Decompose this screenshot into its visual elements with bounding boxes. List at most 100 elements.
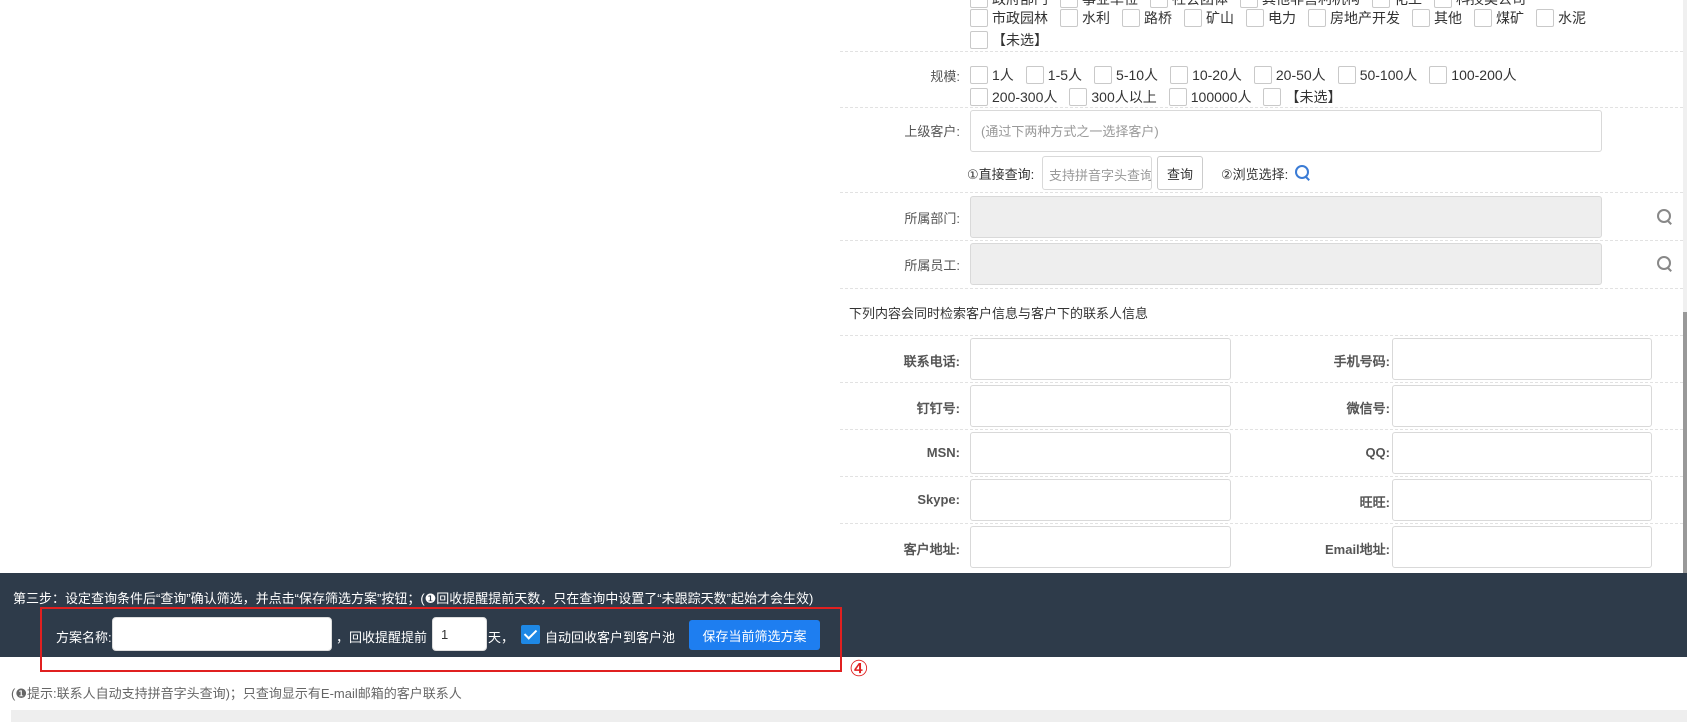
industry-option[interactable]: 电力	[1246, 8, 1296, 28]
checkbox[interactable]	[1060, 9, 1078, 27]
scale-option[interactable]: 200-300人	[970, 87, 1057, 107]
contact-row: MSN: QQ:	[840, 430, 1683, 477]
parent-customer-row: 上级客户: (通过下两种方式之一选择客户) ①直接查询: 支持拼音字头查询 查询…	[840, 108, 1683, 193]
employee-search-icon[interactable]	[1657, 256, 1673, 272]
contact-row: 钉钉号: 微信号:	[840, 383, 1683, 430]
employee-row: 所属员工:	[840, 241, 1683, 289]
checkbox[interactable]	[1170, 66, 1189, 84]
scale-option[interactable]: 1-5人	[1025, 65, 1082, 85]
scale-option[interactable]: 5-10人	[1094, 65, 1158, 85]
checkbox[interactable]	[1168, 88, 1187, 106]
contact-note-row: 下列内容会同时检索客户信息与客户下的联系人信息	[840, 289, 1683, 336]
department-field[interactable]	[970, 196, 1602, 238]
checkbox[interactable]	[1536, 9, 1554, 27]
scale-options-line-2: 200-300人 300人以上 100000人 【未选】	[970, 86, 1353, 108]
contact-row: 客户地址: Email地址:	[840, 524, 1683, 573]
qq-input[interactable]	[1392, 432, 1652, 474]
query-button[interactable]: 查询	[1157, 156, 1203, 190]
skype-input[interactable]	[970, 479, 1231, 521]
industry-option[interactable]: 水利	[1060, 8, 1110, 28]
filter-panel: 政府部门 事业单位 社会团体 其他非营利机构 化工 科技类公司 市政园林 水利 …	[840, 0, 1683, 573]
contact-right-label: 手机号码:	[1333, 354, 1390, 369]
employee-field[interactable]	[970, 243, 1602, 285]
contact-right-label: 旺旺:	[1359, 495, 1390, 510]
phone-input[interactable]	[970, 338, 1231, 380]
scrollbar-thumb[interactable]	[1683, 312, 1687, 573]
contact-row: Skype: 旺旺:	[840, 477, 1683, 524]
checkbox[interactable]	[970, 31, 988, 49]
industry-option[interactable]: 煤矿	[1474, 8, 1524, 28]
parent-customer-field[interactable]: (通过下两种方式之一选择客户)	[970, 110, 1602, 152]
browse-select-label: ②浏览选择:	[1221, 167, 1289, 182]
department-label: 所属部门:	[904, 211, 960, 226]
contact-left-label: Skype:	[917, 492, 960, 507]
contact-right-label: 微信号:	[1346, 401, 1390, 416]
browse-search-icon[interactable]	[1295, 165, 1311, 181]
checkbox[interactable]	[1184, 9, 1202, 27]
checkbox[interactable]	[970, 9, 988, 27]
scale-label: 规模:	[930, 69, 960, 84]
industry-option[interactable]: 矿山	[1184, 8, 1234, 28]
direct-query-label: ①直接查询:	[967, 167, 1035, 182]
direct-query-placeholder: 支持拼音字头查询	[1049, 168, 1152, 183]
address-input[interactable]	[970, 526, 1231, 568]
scale-option[interactable]: 20-50人	[1253, 65, 1326, 85]
scale-option-unselected[interactable]: 【未选】	[1263, 87, 1341, 107]
checkbox[interactable]	[970, 88, 988, 106]
wangwang-input[interactable]	[1392, 479, 1652, 521]
checkbox[interactable]	[1412, 9, 1430, 27]
step-instruction: 第三步：设定查询条件后“查询”确认筛选，并点击“保存筛选方案”按钮；(❶回收提醒…	[13, 591, 814, 606]
industry-option[interactable]: 路桥	[1122, 8, 1172, 28]
industry-option[interactable]: 其他	[1412, 8, 1462, 28]
checkbox[interactable]	[1474, 9, 1492, 27]
industry-option[interactable]: 水泥	[1536, 8, 1586, 28]
checkbox[interactable]	[1253, 66, 1272, 84]
industry-option[interactable]: 市政园林	[970, 8, 1048, 28]
checkbox[interactable]	[1122, 9, 1140, 27]
checkbox[interactable]	[1025, 66, 1044, 84]
scale-option[interactable]: 300人以上	[1069, 87, 1157, 107]
checkbox[interactable]	[1429, 66, 1448, 84]
contact-right-label: QQ:	[1365, 445, 1390, 460]
checkbox[interactable]	[1246, 9, 1264, 27]
scale-option[interactable]: 1人	[970, 65, 1014, 85]
checkbox[interactable]	[1337, 66, 1356, 84]
contact-note: 下列内容会同时检索客户信息与客户下的联系人信息	[849, 306, 1149, 321]
scale-option[interactable]: 10-20人	[1170, 65, 1242, 85]
contact-left-label: MSN:	[926, 445, 960, 460]
department-search-icon[interactable]	[1657, 209, 1673, 225]
scale-option[interactable]: 100000人	[1168, 87, 1251, 107]
annotation-highlight-box	[40, 607, 842, 672]
parent-customer-placeholder: (通过下两种方式之一选择客户)	[981, 124, 1159, 139]
msn-input[interactable]	[970, 432, 1231, 474]
parent-customer-label: 上级客户:	[904, 124, 960, 139]
contact-left-label: 客户地址:	[903, 542, 960, 557]
industry-option-unselected[interactable]: 【未选】	[970, 30, 1048, 50]
checkbox[interactable]	[970, 66, 988, 84]
checkbox[interactable]	[1308, 9, 1326, 27]
industry-options-line-1: 市政园林 水利 路桥 矿山 电力 房地产开发 其他 煤矿 水泥	[970, 7, 1598, 29]
results-area	[11, 710, 1687, 722]
contact-left-label: 钉钉号:	[916, 401, 960, 416]
annotation-marker: ④	[849, 657, 869, 682]
scale-row: 规模: 1人 1-5人 5-10人 10-20人 20-50人 50-100人 …	[840, 52, 1683, 108]
wechat-input[interactable]	[1392, 385, 1652, 427]
hint-text: (❶提示:联系人自动支持拼音字头查询)；只查询显示有E-mail邮箱的客户联系人	[11, 686, 462, 701]
industry-option[interactable]: 房地产开发	[1308, 8, 1400, 28]
scale-options-line-1: 1人 1-5人 5-10人 10-20人 20-50人 50-100人 100-…	[970, 64, 1529, 86]
contact-right-label: Email地址:	[1324, 542, 1390, 557]
mobile-input[interactable]	[1392, 338, 1652, 380]
checkbox[interactable]	[1094, 66, 1113, 84]
dingtalk-input[interactable]	[970, 385, 1231, 427]
contact-row: 联系电话: 手机号码:	[840, 336, 1683, 383]
employee-label: 所属员工:	[904, 258, 960, 273]
scale-option[interactable]: 100-200人	[1429, 65, 1517, 85]
email-input[interactable]	[1392, 526, 1652, 568]
direct-query-input[interactable]: 支持拼音字头查询	[1042, 156, 1152, 190]
scale-option[interactable]: 50-100人	[1337, 65, 1417, 85]
industry-options-line-2: 【未选】	[970, 29, 1060, 51]
checkbox[interactable]	[1069, 88, 1088, 106]
department-row: 所属部门:	[840, 193, 1683, 241]
industry-row: 政府部门 事业单位 社会团体 其他非营利机构 化工 科技类公司 市政园林 水利 …	[840, 0, 1683, 52]
checkbox[interactable]	[1263, 88, 1282, 106]
